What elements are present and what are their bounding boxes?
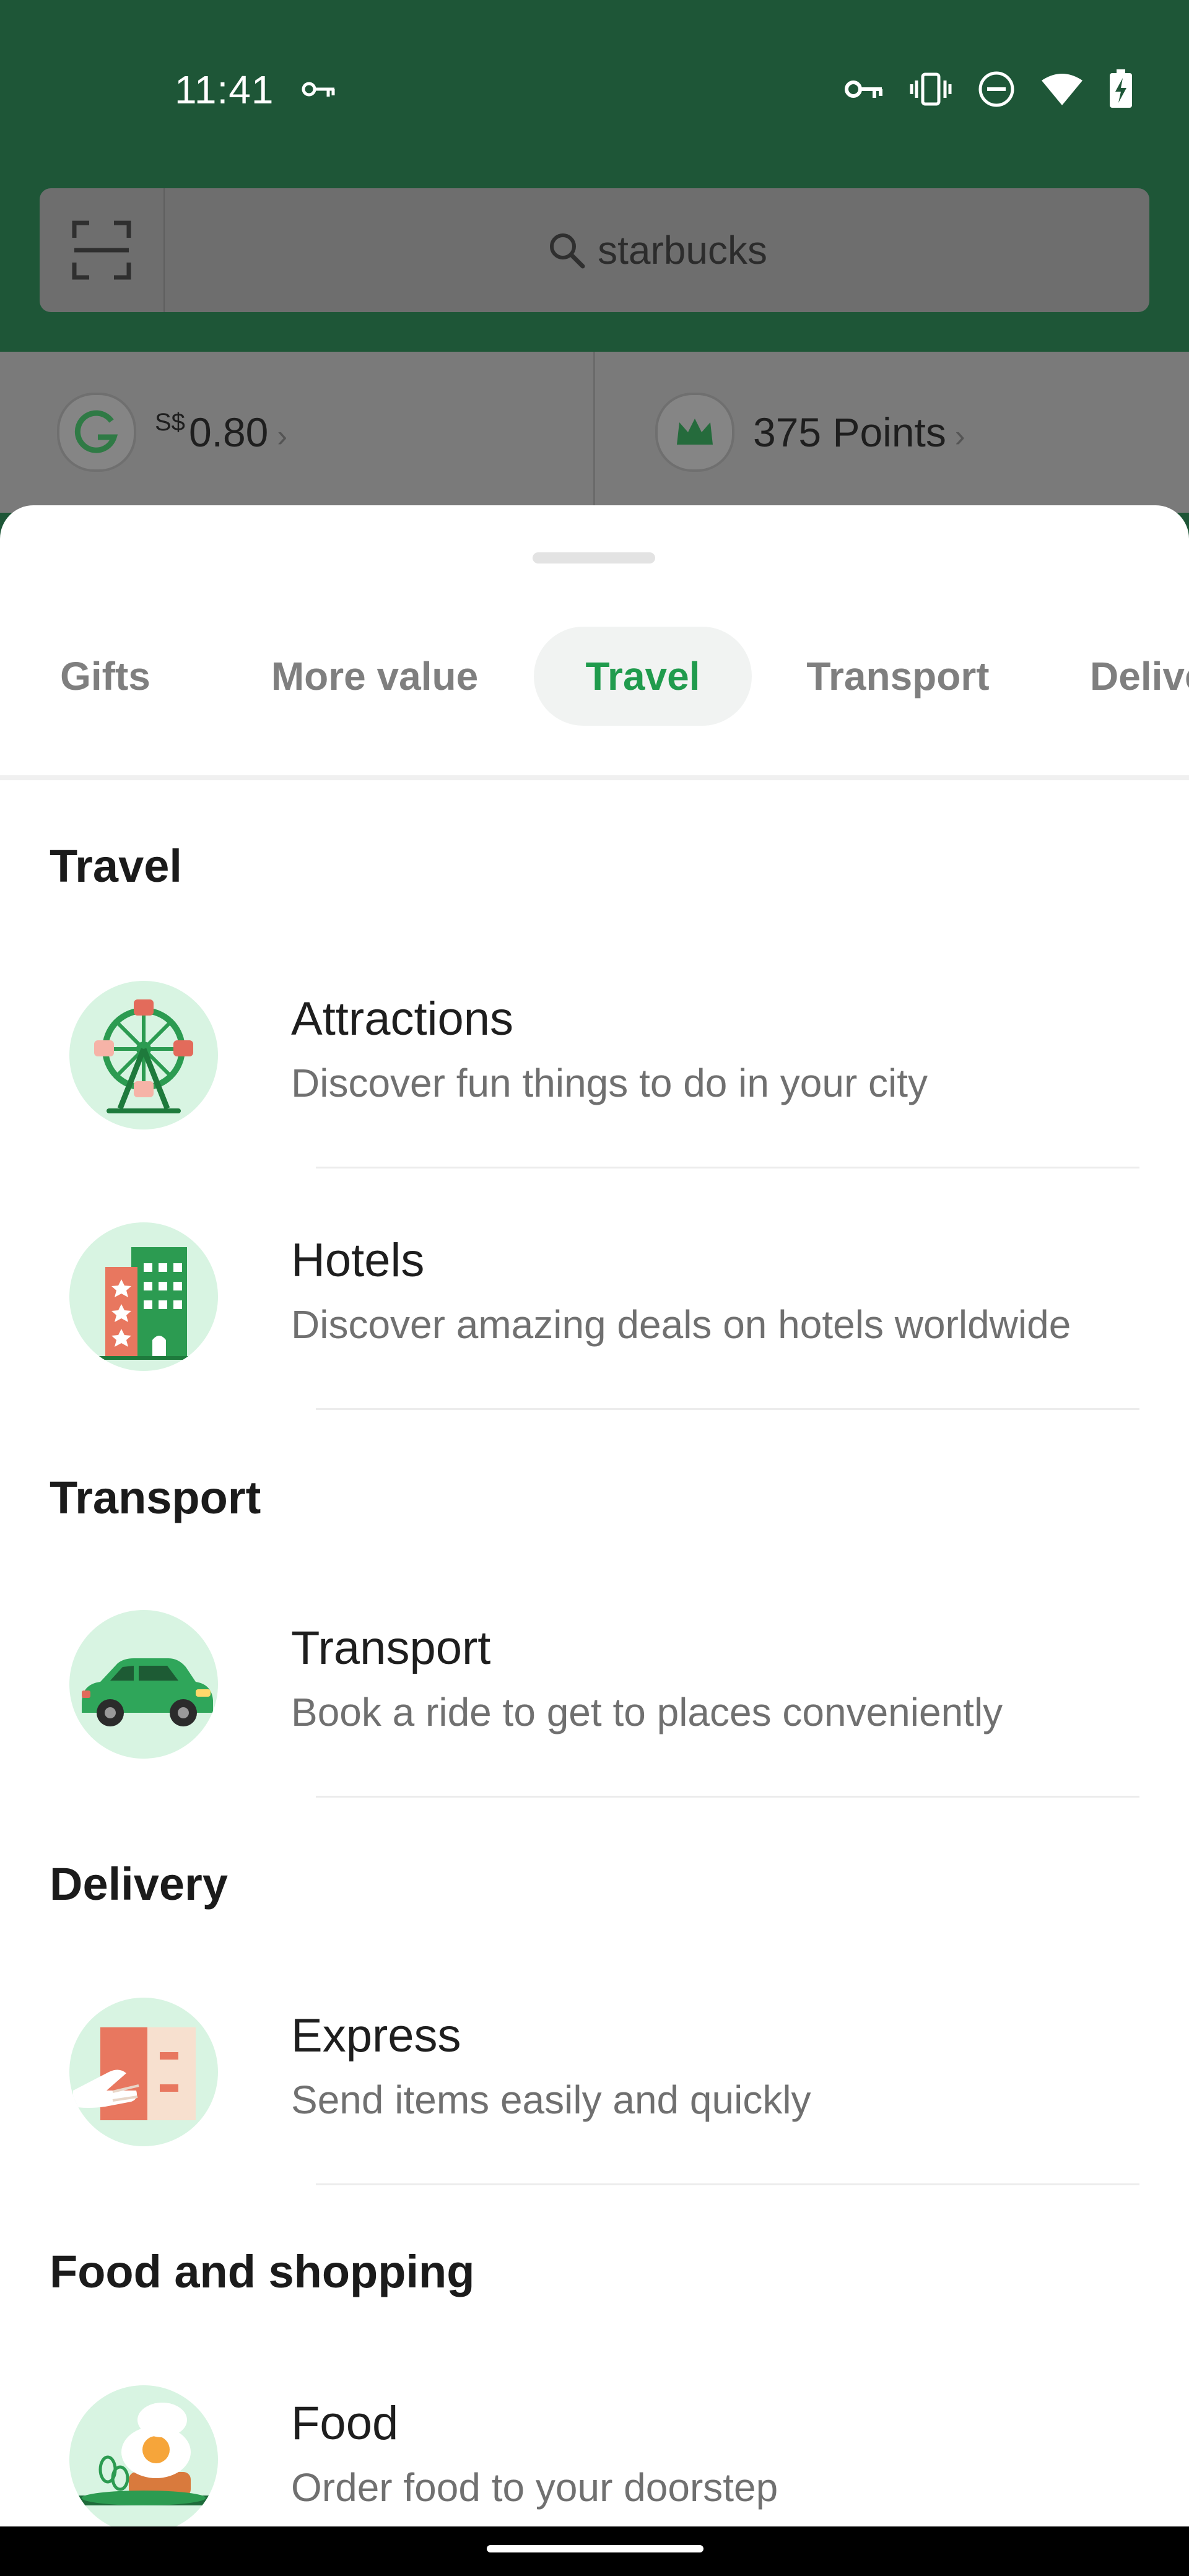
wallet-divider: [593, 352, 595, 513]
service-row-food[interactable]: Food Order food to your doorstep: [0, 2385, 1189, 2526]
row-divider: [316, 1408, 1139, 1410]
section-title-delivery: Delivery: [50, 1858, 228, 1910]
tab-travel[interactable]: Travel: [534, 627, 752, 726]
service-subtitle: Send items easily and quickly: [291, 2078, 811, 2122]
battery-charging-icon: [1110, 69, 1132, 108]
wallet-balance: 0.80: [188, 409, 269, 455]
tab-transport[interactable]: Transport: [786, 627, 1009, 726]
wallet-balance-button[interactable]: S$0.80 ›: [57, 393, 287, 472]
scan-icon: [72, 220, 131, 280]
currency-prefix: S$: [155, 409, 185, 436]
service-row-express[interactable]: Express Send items easily and quickly: [0, 1998, 1189, 2202]
tab-gifts[interactable]: Gifts: [25, 627, 186, 726]
wallet-row: S$0.80 › 375 Points ›: [0, 352, 1189, 513]
vibrate-icon: [910, 72, 952, 106]
section-title-transport: Transport: [50, 1472, 261, 1523]
do-not-disturb-icon: [978, 71, 1014, 107]
search-icon: [550, 233, 585, 269]
car-icon: [69, 1610, 218, 1759]
row-divider: [316, 2183, 1139, 2185]
row-divider: [316, 1796, 1139, 1798]
status-time: 11:41: [175, 67, 274, 112]
food-icon: [69, 2385, 218, 2526]
tab-delivery[interactable]: Delivery: [1090, 627, 1189, 726]
service-title: Attractions: [291, 993, 514, 1045]
row-divider: [316, 1167, 1139, 1168]
parcel-icon: [69, 1998, 218, 2146]
app-header: 11:41 starbucks: [0, 0, 1189, 352]
service-title: Transport: [291, 1622, 491, 1674]
tab-more-value[interactable]: More value: [235, 627, 514, 726]
service-row-attractions[interactable]: Attractions Discover fun things to do in…: [0, 981, 1189, 1185]
service-row-transport[interactable]: Transport Book a ride to get to places c…: [0, 1610, 1189, 1814]
service-subtitle: Discover fun things to do in your city: [291, 1061, 928, 1105]
chevron-right-icon: ›: [954, 419, 965, 453]
vpn-key-icon: [302, 82, 335, 97]
ferris-wheel-icon: [69, 981, 218, 1129]
service-title: Food: [291, 2397, 399, 2450]
category-tabs: Gifts More value Travel Transport Delive…: [0, 627, 1189, 757]
service-subtitle: Book a ride to get to places convenientl…: [291, 1690, 1003, 1734]
sheet-drag-handle[interactable]: [533, 552, 655, 564]
rewards-points: 375 Points: [753, 409, 946, 455]
rewards-points-button[interactable]: 375 Points ›: [655, 393, 965, 472]
services-sheet: Gifts More value Travel Transport Delive…: [0, 505, 1189, 2526]
section-title-travel: Travel: [50, 840, 182, 892]
service-title: Hotels: [291, 1234, 425, 1287]
search-bar[interactable]: starbucks: [40, 188, 1149, 312]
service-subtitle: Discover amazing deals on hotels worldwi…: [291, 1302, 1071, 1347]
section-title-food-and-shopping: Food and shopping: [50, 2246, 475, 2297]
status-icons: [843, 69, 1133, 109]
wifi-icon: [1042, 74, 1082, 105]
service-subtitle: Order food to your doorstep: [291, 2465, 778, 2510]
service-title: Express: [291, 2009, 461, 2062]
grabpay-icon: [57, 393, 136, 472]
service-row-hotels[interactable]: Hotels Discover amazing deals on hotels …: [0, 1222, 1189, 1427]
system-navigation-bar: [0, 2526, 1189, 2576]
search-input[interactable]: starbucks: [165, 227, 1149, 273]
crown-icon: [655, 393, 734, 472]
scan-button[interactable]: [40, 188, 165, 312]
chevron-right-icon: ›: [277, 419, 288, 453]
search-placeholder: starbucks: [598, 228, 767, 272]
hotel-icon: [69, 1222, 218, 1371]
tabs-divider: [0, 775, 1189, 780]
vpn-key-icon: [845, 80, 882, 98]
home-gesture-handle[interactable]: [487, 2545, 703, 2552]
